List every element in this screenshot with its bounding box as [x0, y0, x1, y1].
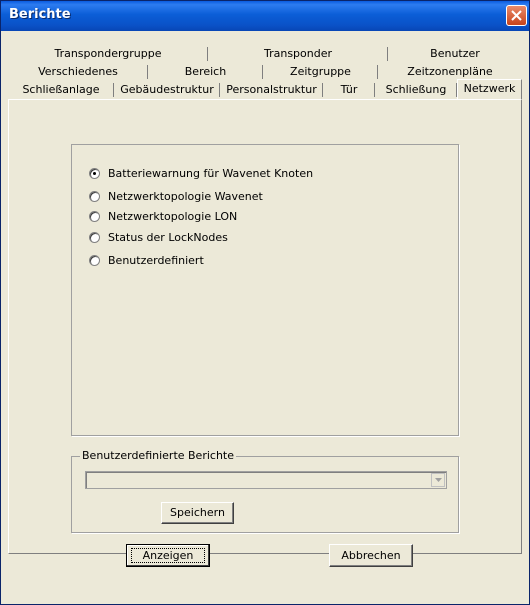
custom-reports-select[interactable] [85, 471, 447, 489]
focus-rectangle [131, 548, 205, 563]
tab-netzwerk[interactable]: Netzwerk [457, 79, 522, 100]
tab-row-2: Verschiedenes Bereich Zeitgruppe Zeitzon… [8, 63, 522, 81]
tab-personalstruktur[interactable]: Personalstruktur [220, 81, 323, 99]
radio-label: Status der LockNodes [108, 231, 228, 244]
dropdown-button[interactable] [431, 473, 445, 487]
radio-button[interactable] [89, 232, 100, 243]
radio-label: Netzwerktopologie Wavenet [108, 190, 263, 203]
window-title: Berichte [9, 7, 71, 22]
tab-verschiedenes[interactable]: Verschiedenes [8, 63, 148, 81]
radio-label: Benutzerdefiniert [108, 254, 204, 267]
radio-button[interactable] [89, 211, 100, 222]
tab-row-1: Transpondergruppe Transponder Benutzer [8, 45, 522, 63]
radio-label: Netzwerktopologie LON [108, 210, 238, 223]
tab-row-3: Schließanlage Gebäudestruktur Personalst… [8, 79, 522, 100]
tab-schliessanlage[interactable]: Schließanlage [8, 81, 114, 99]
berichte-dialog: Berichte Transpondergruppe Transponder B… [0, 0, 530, 605]
radio-label: Batteriewarnung für Wavenet Knoten [108, 167, 314, 180]
tab-gebaeudestruktur[interactable]: Gebäudestruktur [114, 81, 220, 99]
radio-button[interactable] [89, 168, 100, 179]
custom-reports-group: Benutzerdefinierte Berichte [71, 449, 459, 533]
radio-button[interactable] [89, 255, 100, 266]
tab-bereich[interactable]: Bereich [148, 63, 263, 81]
tab-zeitgruppe[interactable]: Zeitgruppe [263, 63, 378, 81]
radio-button[interactable] [89, 191, 100, 202]
tab-transpondergruppe[interactable]: Transpondergruppe [8, 45, 208, 63]
close-icon [511, 10, 522, 21]
tab-schliessung[interactable]: Schließung [375, 81, 457, 99]
show-button[interactable]: Anzeigen [126, 544, 210, 567]
custom-reports-legend: Benutzerdefinierte Berichte [80, 449, 237, 463]
save-button[interactable]: Speichern [161, 502, 234, 524]
title-bar[interactable]: Berichte [1, 1, 529, 31]
tab-tuer[interactable]: Tür [323, 81, 375, 99]
close-button[interactable] [506, 5, 527, 26]
tab-transponder[interactable]: Transponder [208, 45, 388, 63]
cancel-button[interactable]: Abbrechen [329, 544, 413, 567]
tab-benutzer[interactable]: Benutzer [388, 45, 522, 63]
report-options-frame [71, 144, 459, 436]
chevron-down-icon [435, 478, 442, 482]
